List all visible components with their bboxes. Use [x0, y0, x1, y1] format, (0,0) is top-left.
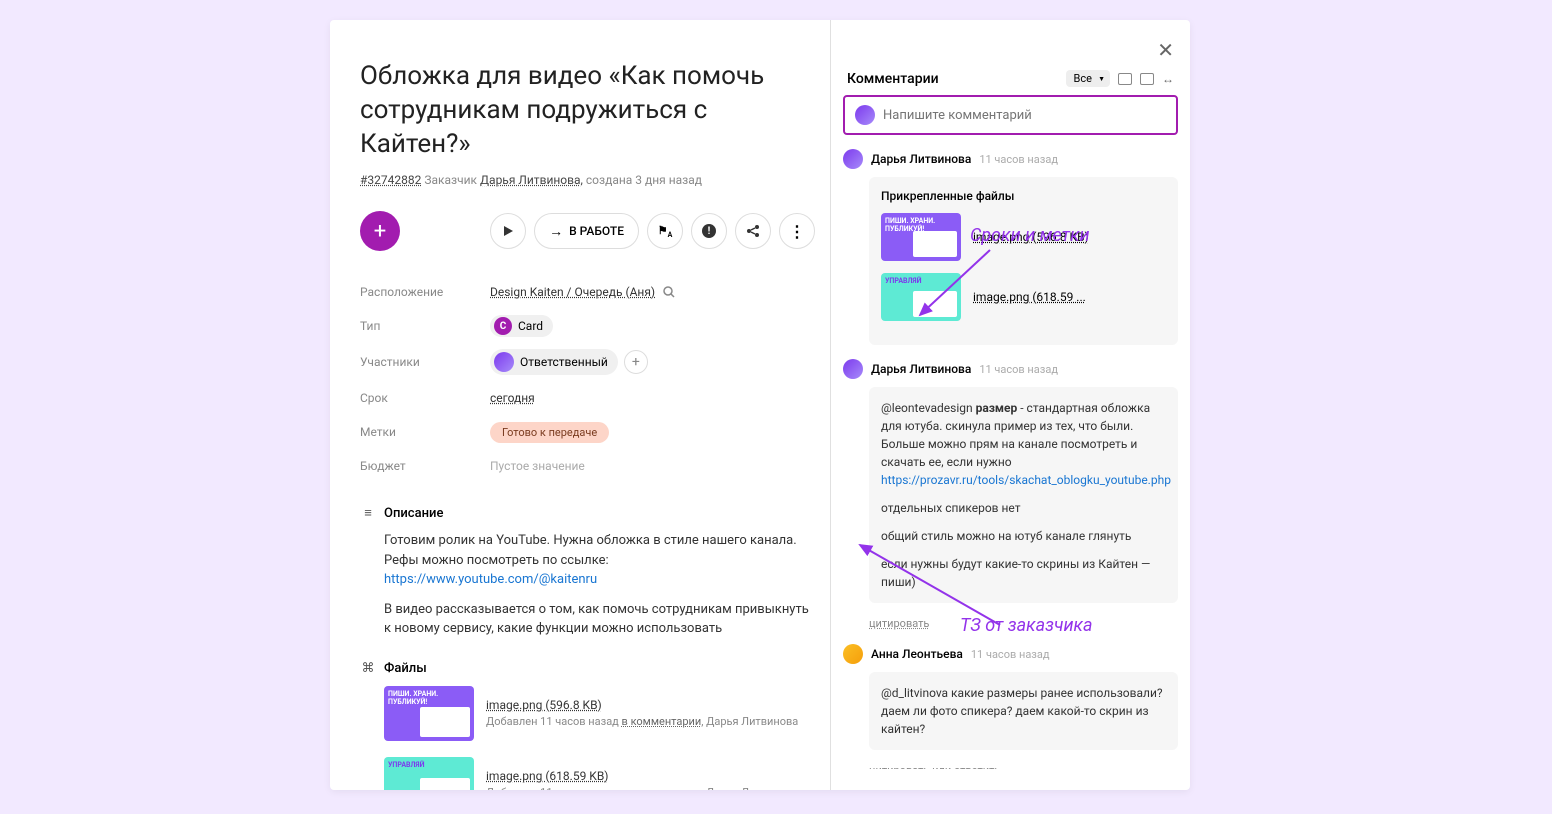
files-heading: ⌘ Файлы [360, 661, 815, 676]
description-icon: ≡ [360, 505, 376, 521]
tag-ready[interactable]: Готово к передаче [490, 422, 609, 443]
file-meta: Добавлен 11 часов назад в комментарии, Д… [486, 786, 798, 790]
comments-list: Дарья Литвинова 11 часов назад Прикрепле… [831, 149, 1190, 769]
description-p2: В видео рассказывается о том, как помочь… [360, 600, 815, 639]
comments-panel: ✕ Комментарии Все ↔ Дарья Литвинова 11 ч… [830, 20, 1190, 790]
flag-icon: ⚑A [658, 224, 673, 239]
members-chip[interactable]: Ответственный [490, 349, 618, 375]
comment-time: 11 часов назад [971, 648, 1050, 661]
comment-input[interactable] [883, 108, 1166, 123]
comment-author: Анна Леонтьева [871, 647, 963, 661]
play-button[interactable] [490, 213, 526, 249]
type-label: Тип [360, 319, 490, 333]
comment-time: 11 часов назад [979, 363, 1058, 376]
comments-heading: Комментарии [847, 71, 939, 87]
attachment-link[interactable]: image.png (596.8 KB) [973, 230, 1089, 244]
attachment-link[interactable]: image.png (618.59 ... [973, 290, 1086, 304]
avatar [855, 105, 875, 125]
status-button[interactable]: → В РАБОТЕ [534, 213, 639, 249]
tags-label: Метки [360, 425, 490, 439]
comment-body: @leontevadesign размер - стандартная обл… [869, 387, 1178, 603]
task-card-window: Обложка для видео «Как помочь сотрудника… [330, 20, 1190, 790]
external-link[interactable]: https://prozavr.ru/tools/skachat_oblogku… [881, 473, 1171, 487]
file-thumb[interactable]: УПРАВЛЯЙ [384, 757, 474, 790]
avatar [843, 359, 863, 379]
file-item: УПРАВЛЯЙ image.png (618.59 KB) Добавлен … [360, 757, 815, 790]
search-icon[interactable] [663, 283, 675, 302]
add-button[interactable]: + [360, 211, 400, 251]
view-toggle-2[interactable] [1140, 73, 1154, 85]
comment-body: @d_litvinova какие размеры ранее использ… [869, 672, 1178, 750]
due-value[interactable]: сегодня [490, 391, 535, 405]
youtube-link[interactable]: https://www.youtube.com/@kaitenru [384, 572, 597, 587]
attachment-thumb[interactable]: УПРАВЛЯЙ [881, 273, 961, 321]
comment-body: Прикрепленные файлы ПИШИ. ХРАНИ. ПУБЛИКУ… [869, 177, 1178, 345]
budget-value[interactable]: Пустое значение [490, 459, 585, 473]
comment-time: 11 часов назад [979, 153, 1058, 166]
file-item: ПИШИ. ХРАНИ. ПУБЛИКУЙ! image.png (596.8 … [360, 686, 815, 741]
more-icon: ⋮ [789, 222, 805, 241]
share-button[interactable] [735, 213, 771, 249]
avatar [494, 352, 514, 372]
quote-link[interactable]: цитировать [869, 764, 929, 769]
share-icon [746, 224, 760, 238]
expand-icon[interactable]: ↔ [1162, 72, 1174, 86]
comment-header: Дарья Литвинова 11 часов назад [843, 149, 1178, 169]
attachments-title: Прикрепленные файлы [881, 189, 1166, 203]
due-label: Срок [360, 391, 490, 405]
file-name-link[interactable]: image.png (618.59 KB) [486, 769, 798, 783]
members-label: Участники [360, 355, 490, 369]
avatar [843, 644, 863, 664]
flag-button[interactable]: ⚑A [647, 213, 683, 249]
task-id-link[interactable]: #32742882 [360, 173, 421, 187]
add-member-button[interactable]: + [624, 350, 648, 374]
location-value[interactable]: Design Kaiten / Очередь (Аня) [490, 285, 655, 299]
view-toggle-1[interactable] [1118, 73, 1132, 85]
file-thumb[interactable]: ПИШИ. ХРАНИ. ПУБЛИКУЙ! [384, 686, 474, 741]
attachment-thumb[interactable]: ПИШИ. ХРАНИ. ПУБЛИКУЙ! [881, 213, 961, 261]
attachment-row: ПИШИ. ХРАНИ. ПУБЛИКУЙ! image.png (596.8 … [881, 213, 1166, 261]
task-toolbar: + → В РАБОТЕ ⚑A ! ⋮ [360, 211, 815, 251]
customer-link[interactable]: Дарья Литвинова, [480, 173, 583, 187]
task-main-panel: Обложка для видео «Как помочь сотрудника… [330, 20, 830, 790]
location-label: Расположение [360, 285, 490, 299]
attachment-icon: ⌘ [360, 661, 376, 676]
task-title: Обложка для видео «Как помочь сотрудника… [360, 60, 815, 161]
avatar [843, 149, 863, 169]
description-heading: ≡ Описание [360, 505, 815, 521]
file-name-link[interactable]: image.png (596.8 KB) [486, 698, 798, 712]
more-button[interactable]: ⋮ [779, 213, 815, 249]
alert-icon: ! [702, 224, 716, 238]
comment-input-wrapper[interactable] [843, 95, 1178, 135]
description-p1: Готовим ролик на YouTube. Нужна обложка … [360, 531, 815, 590]
comment-header: Анна Леонтьева 11 часов назад [843, 644, 1178, 664]
comment-author: Дарья Литвинова [871, 152, 971, 166]
quote-link[interactable]: цитировать [869, 617, 1178, 630]
reply-link[interactable]: ответить [954, 764, 1000, 769]
task-meta: #32742882 Заказчик Дарья Литвинова, созд… [360, 173, 815, 187]
quote-reply-links: цитировать или ответить [869, 764, 1178, 769]
play-icon [502, 225, 514, 237]
comment-header: Дарья Литвинова 11 часов назад [843, 359, 1178, 379]
comments-filter-bar: Все ↔ [1066, 70, 1174, 87]
alert-button[interactable]: ! [691, 213, 727, 249]
filter-all-dropdown[interactable]: Все [1066, 70, 1110, 87]
type-chip[interactable]: CCard [490, 315, 553, 337]
budget-label: Бюджет [360, 459, 490, 473]
comment-author: Дарья Литвинова [871, 362, 971, 376]
file-meta: Добавлен 11 часов назад в комментарии, Д… [486, 715, 798, 728]
attachment-row: УПРАВЛЯЙ image.png (618.59 ... [881, 273, 1166, 321]
close-button[interactable]: ✕ [1157, 38, 1174, 62]
